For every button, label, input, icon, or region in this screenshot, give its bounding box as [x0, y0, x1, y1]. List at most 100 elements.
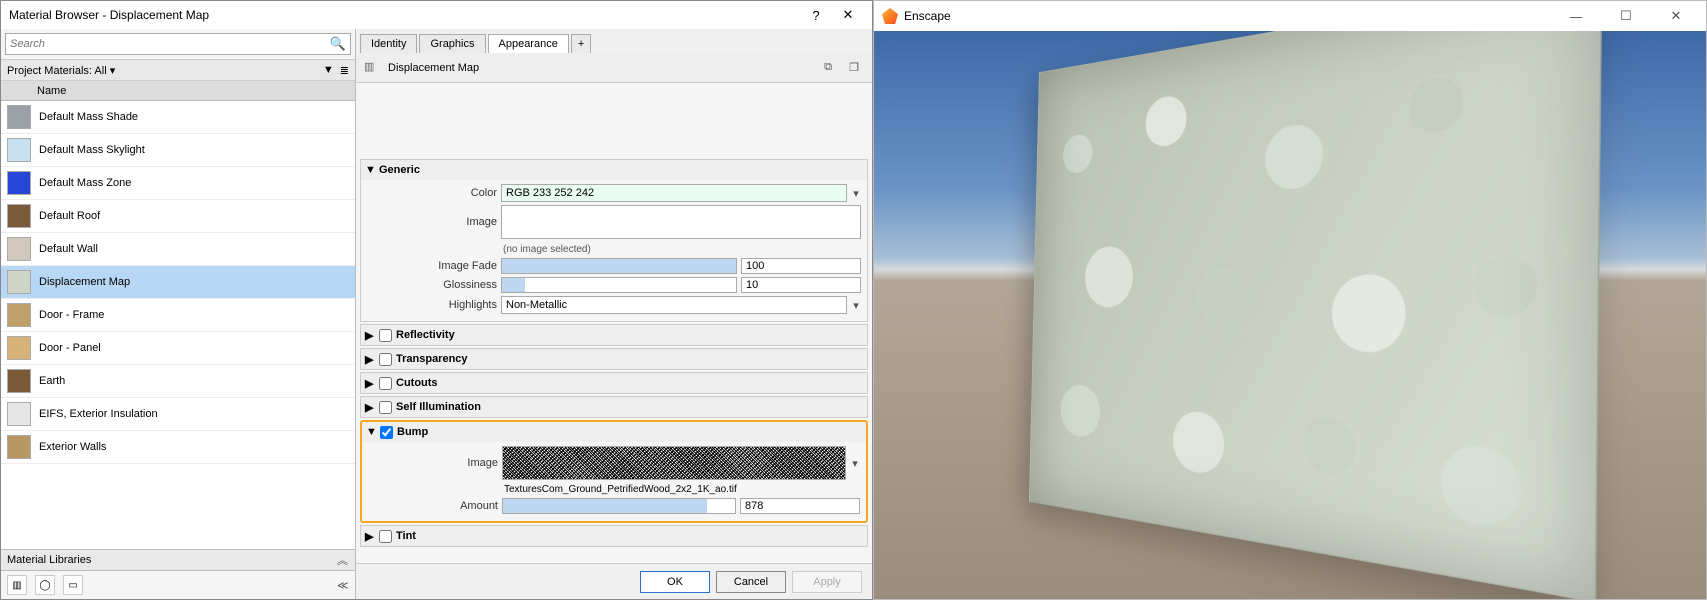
caret-down-icon: ▼	[365, 164, 375, 176]
material-list-panel: 🔍 Project Materials: All ▾ ▼ ≣ Name Defa…	[1, 29, 356, 599]
cutouts-checkbox[interactable]	[379, 377, 392, 390]
material-item[interactable]: EIFS, Exterior Insulation	[1, 398, 355, 431]
material-label: Exterior Walls	[39, 441, 106, 453]
material-label: Door - Frame	[39, 309, 104, 321]
expand-libraries-icon[interactable]: ︽	[337, 552, 349, 568]
material-item[interactable]: Default Mass Zone	[1, 167, 355, 200]
ok-button[interactable]: OK	[640, 571, 710, 593]
cancel-button[interactable]: Cancel	[716, 571, 786, 593]
enscape-viewport[interactable]	[874, 31, 1706, 599]
tab-appearance[interactable]: Appearance	[488, 34, 569, 53]
section-reflectivity-header[interactable]: ▶ Reflectivity	[361, 325, 867, 345]
highlights-field[interactable]: Non-Metallic	[501, 296, 847, 314]
filter-icon[interactable]: ▼	[323, 64, 334, 76]
section-bump-header[interactable]: ▼ Bump	[362, 422, 866, 442]
material-preview	[356, 83, 872, 159]
transparency-checkbox[interactable]	[379, 353, 392, 366]
section-transparency: ▶ Transparency	[360, 348, 868, 370]
project-materials-label: Project Materials: All ▾	[7, 64, 323, 77]
material-swatch	[7, 171, 31, 195]
replace-asset-button[interactable]: ⧉	[818, 58, 838, 78]
material-label: Displacement Map	[39, 276, 130, 288]
material-swatch	[7, 270, 31, 294]
material-label: Default Mass Zone	[39, 177, 131, 189]
lib-tool-2-icon[interactable]: ◯	[35, 575, 55, 595]
material-browser-body: 🔍 Project Materials: All ▾ ▼ ≣ Name Defa…	[1, 29, 872, 599]
material-swatch	[7, 138, 31, 162]
project-materials-header[interactable]: Project Materials: All ▾ ▼ ≣	[1, 59, 355, 81]
material-list[interactable]: Default Mass Shade Default Mass Skylight D…	[1, 101, 355, 549]
image-fade-value[interactable]: 100	[741, 258, 861, 274]
material-item[interactable]: Door - Panel	[1, 332, 355, 365]
color-field[interactable]: RGB 233 252 242	[501, 184, 847, 202]
material-label: Default Roof	[39, 210, 100, 222]
material-item[interactable]: Displacement Map	[1, 266, 355, 299]
window-title: Material Browser - Displacement Map	[9, 8, 800, 22]
bump-amount-slider[interactable]	[502, 498, 736, 514]
tab-graphics[interactable]: Graphics	[419, 34, 485, 53]
material-swatch	[7, 369, 31, 393]
bump-checkbox[interactable]	[380, 426, 393, 439]
material-swatch	[7, 204, 31, 228]
section-selfillum-header[interactable]: ▶ Self Illumination	[361, 397, 867, 417]
enscape-window: Enscape — ☐ ✕	[873, 0, 1707, 600]
view-mode-icon[interactable]: ≣	[340, 64, 349, 77]
duplicate-asset-button[interactable]: ❐	[844, 58, 864, 78]
reflectivity-checkbox[interactable]	[379, 329, 392, 342]
glossiness-slider[interactable]	[501, 277, 737, 293]
appearance-panel: Identity Graphics Appearance + ▥ Displac…	[356, 29, 872, 599]
material-item[interactable]: Door - Frame	[1, 299, 355, 332]
enscape-titlebar: Enscape — ☐ ✕	[874, 1, 1706, 31]
section-cutouts-header[interactable]: ▶ Cutouts	[361, 373, 867, 393]
color-label: Color	[367, 187, 497, 199]
maximize-button[interactable]: ☐	[1604, 2, 1648, 30]
material-item[interactable]: Default Mass Skylight	[1, 134, 355, 167]
help-button[interactable]: ?	[800, 8, 832, 23]
highlights-dropdown-icon[interactable]: ▾	[851, 299, 861, 312]
material-libraries-header[interactable]: Material Libraries ︽	[1, 549, 355, 571]
material-label: Default Wall	[39, 243, 98, 255]
material-label: Earth	[39, 375, 65, 387]
tab-identity[interactable]: Identity	[360, 34, 417, 53]
material-name: Displacement Map	[388, 62, 812, 74]
material-item[interactable]: Default Roof	[1, 200, 355, 233]
material-type-icon: ▥	[364, 60, 382, 76]
material-browser-window: Material Browser - Displacement Map ? ✕ …	[0, 0, 873, 600]
close-button[interactable]: ✕	[832, 7, 864, 23]
lib-tool-1-icon[interactable]: ▥	[7, 575, 27, 595]
search-input[interactable]	[10, 38, 330, 50]
section-reflectivity: ▶ Reflectivity	[360, 324, 868, 346]
glossiness-value[interactable]: 10	[741, 277, 861, 293]
material-item[interactable]: Earth	[1, 365, 355, 398]
tab-add[interactable]: +	[571, 34, 591, 53]
material-label: Default Mass Skylight	[39, 144, 145, 156]
library-toolbar: ▥ ◯ ▭ ≪	[1, 571, 355, 599]
image-label: Image	[367, 216, 497, 228]
material-item[interactable]: Default Mass Shade	[1, 101, 355, 134]
dialog-buttons: OK Cancel Apply	[356, 563, 872, 599]
material-swatch	[7, 303, 31, 327]
image-field[interactable]	[501, 205, 861, 239]
color-dropdown-icon[interactable]: ▾	[851, 187, 861, 200]
properties-scroll[interactable]: ▼ Generic Color RGB 233 252 242 ▾ Image	[356, 159, 872, 563]
selfillum-checkbox[interactable]	[379, 401, 392, 414]
section-generic-header[interactable]: ▼ Generic	[361, 160, 867, 180]
glossiness-label: Glossiness	[367, 279, 497, 291]
material-item[interactable]: Default Wall	[1, 233, 355, 266]
no-image-text: (no image selected)	[501, 242, 591, 255]
lib-tool-3-icon[interactable]: ▭	[63, 575, 83, 595]
collapse-toolbar-icon[interactable]: ≪	[337, 579, 349, 592]
enscape-close-button[interactable]: ✕	[1654, 2, 1698, 30]
image-fade-slider[interactable]	[501, 258, 737, 274]
section-transparency-header[interactable]: ▶ Transparency	[361, 349, 867, 369]
material-item[interactable]: Exterior Walls	[1, 431, 355, 464]
bump-image-dropdown-icon[interactable]: ▾	[850, 457, 860, 470]
bump-amount-value[interactable]: 878	[740, 498, 860, 514]
section-cutouts: ▶ Cutouts	[360, 372, 868, 394]
bump-image-field[interactable]	[502, 446, 846, 480]
section-tint-header[interactable]: ▶ Tint	[361, 526, 867, 546]
name-column-header[interactable]: Name	[1, 81, 355, 101]
minimize-button[interactable]: —	[1554, 2, 1598, 30]
search-box[interactable]: 🔍	[5, 33, 351, 55]
tint-checkbox[interactable]	[379, 530, 392, 543]
